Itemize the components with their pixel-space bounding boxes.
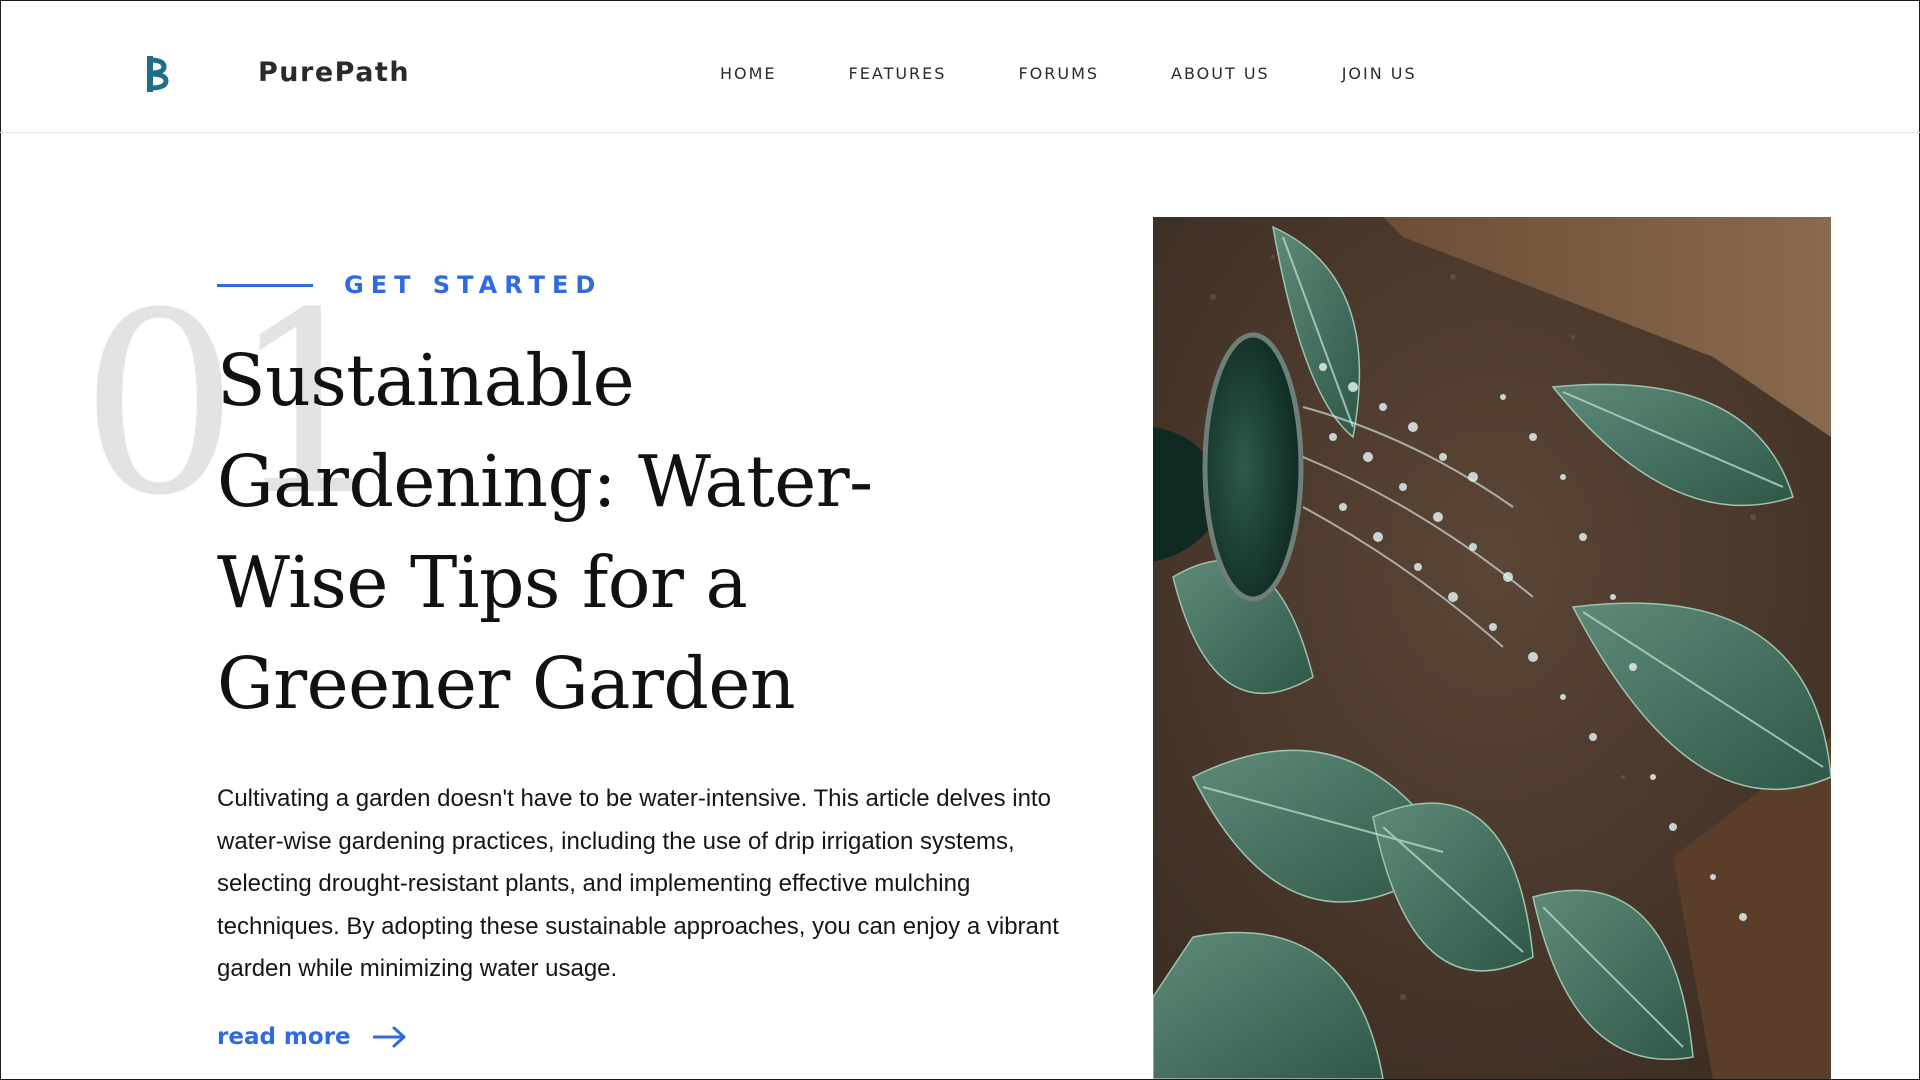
purepath-logo-icon[interactable] [146,54,170,94]
arrow-right-icon [372,1026,406,1048]
nav-join-us[interactable]: JOIN US [1342,64,1417,83]
nav-features[interactable]: FEATURES [849,64,947,83]
eyebrow-label: GET STARTED [344,271,603,299]
nav-forums[interactable]: FORUMS [1018,64,1099,83]
watering-can-sprinkling-plants-image [1153,217,1831,1079]
eyebrow-rule [217,284,313,287]
article-summary: Cultivating a garden doesn't have to be … [217,785,1059,982]
read-more-label: read more [217,1024,351,1050]
read-more-link[interactable]: read more [217,1024,407,1050]
nav-about-us[interactable]: ABOUT US [1171,64,1270,83]
main-nav: HOME FEATURES FORUMS ABOUT US JOIN US [720,64,1489,83]
site-header: PurePath HOME FEATURES FORUMS ABOUT US J… [0,0,1920,133]
nav-home[interactable]: HOME [720,64,777,83]
article-title: Sustainable Gardening: Water-Wise Tips f… [217,339,873,725]
brand-name[interactable]: PurePath [258,57,410,88]
